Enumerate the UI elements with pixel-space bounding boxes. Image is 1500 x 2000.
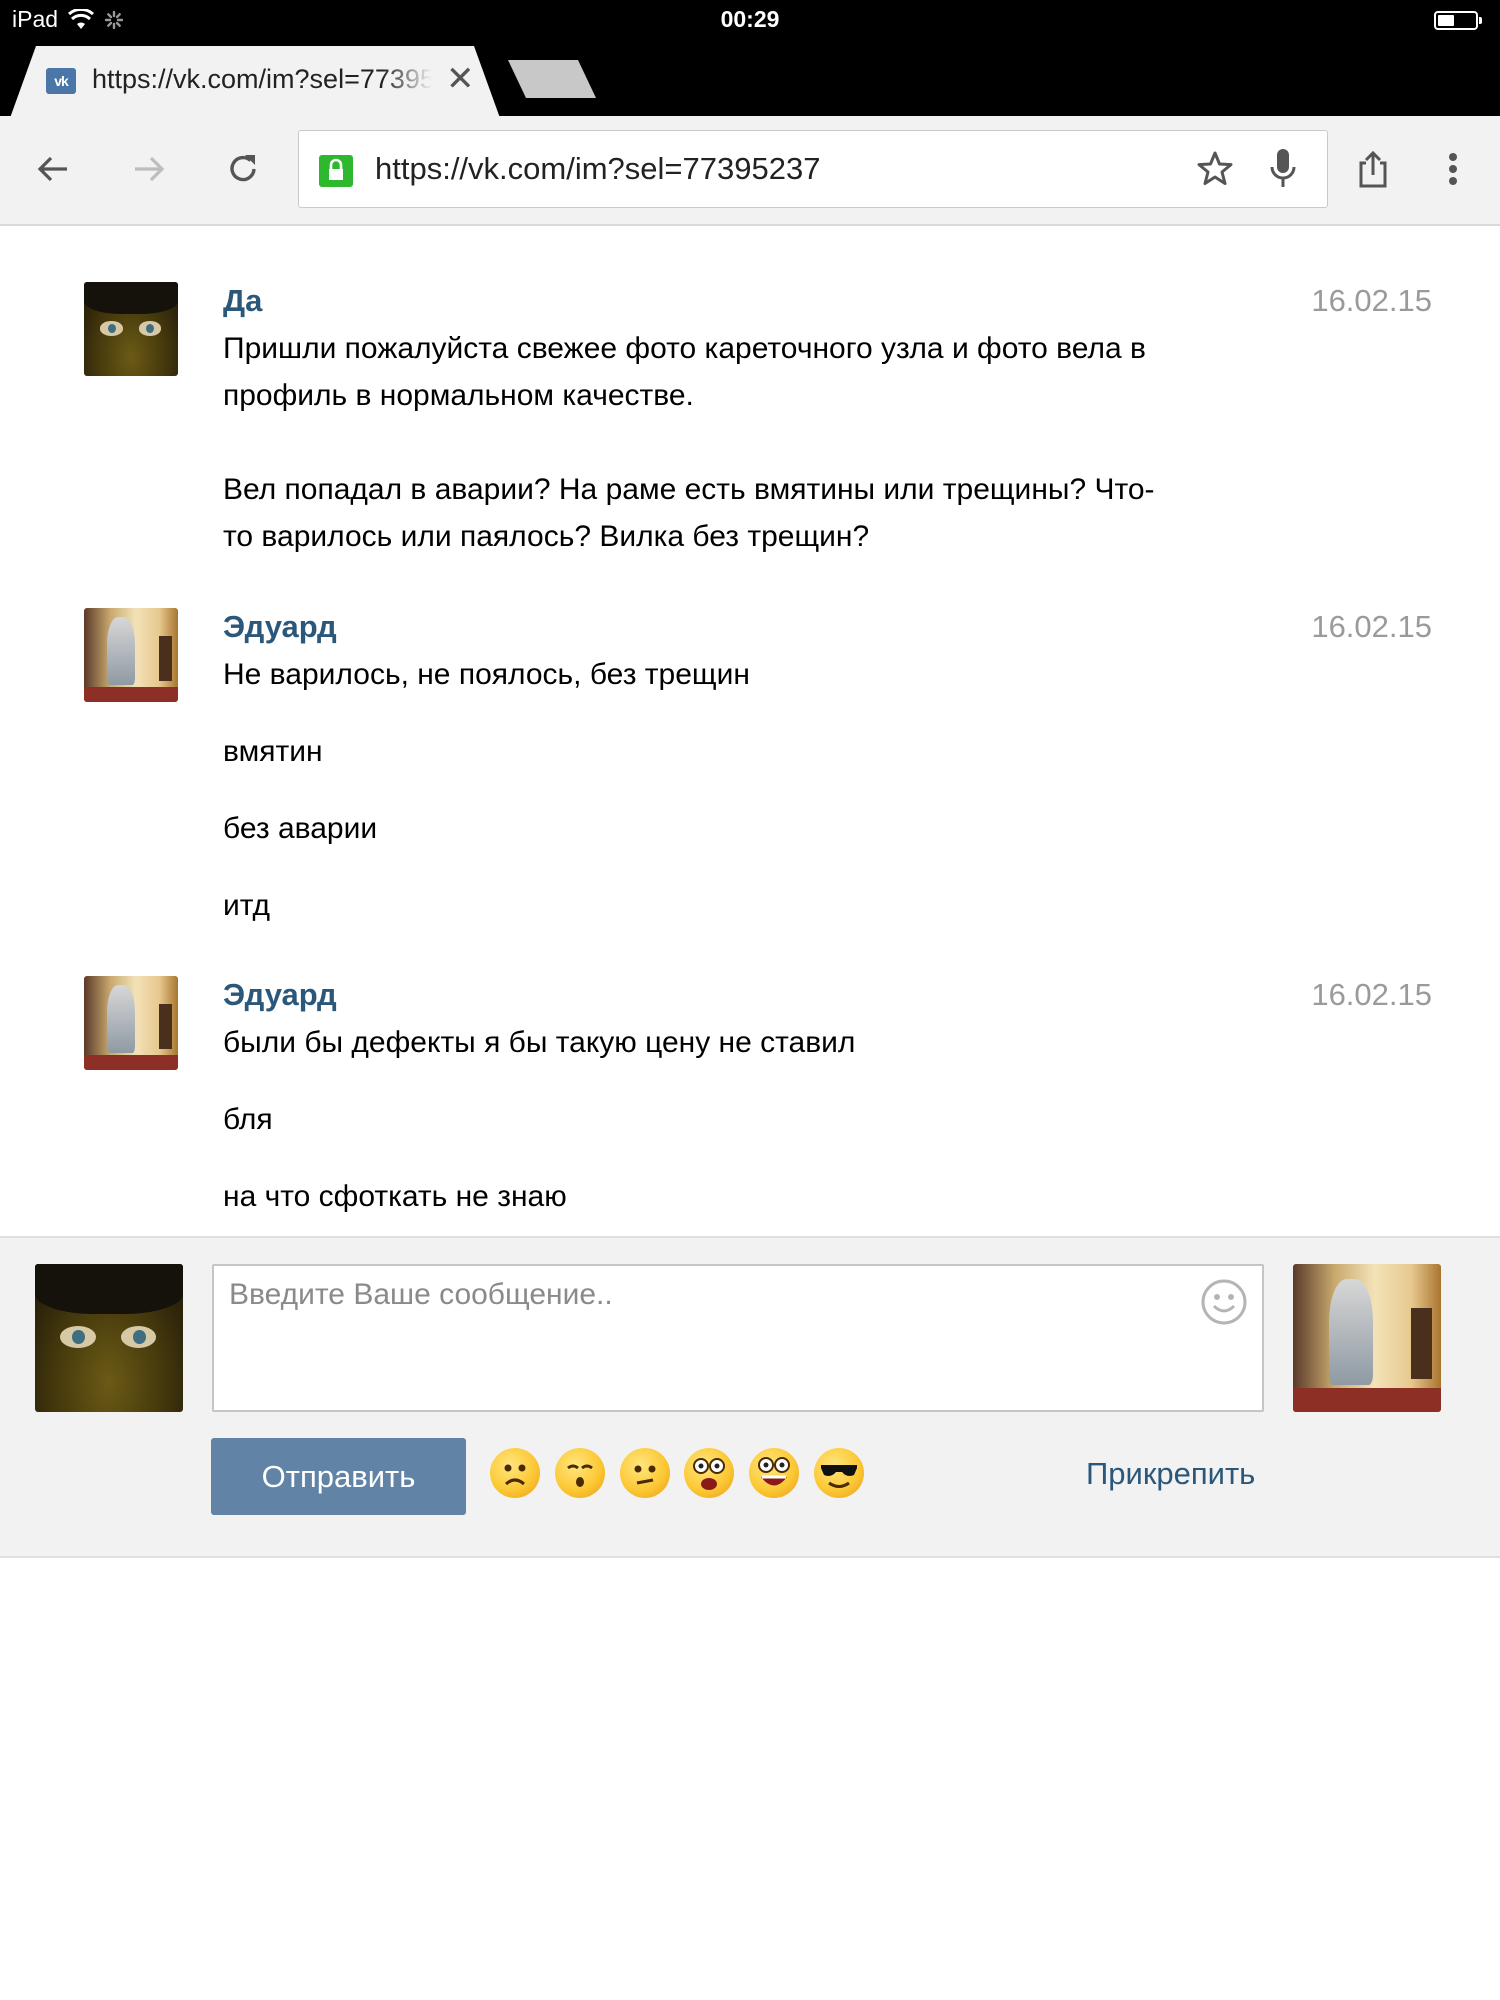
message-date: 16.02.15 <box>1311 977 1432 1012</box>
message-line: то варилось или паялось? Вилка без трещи… <box>223 520 870 553</box>
avatar[interactable] <box>84 976 178 1070</box>
forward-button[interactable] <box>124 144 174 194</box>
arrow-left-icon <box>37 156 67 182</box>
message-line: были бы дефекты я бы такую цену не стави… <box>223 1026 856 1059</box>
microphone-icon[interactable] <box>1267 147 1299 191</box>
reload-button[interactable] <box>218 144 268 194</box>
sender-name[interactable]: Эдуард <box>223 977 337 1013</box>
new-tab-button[interactable] <box>508 60 596 98</box>
attach-link[interactable]: Прикрепить <box>1086 1456 1255 1492</box>
url-text[interactable]: https://vk.com/im?sel=77395237 <box>375 151 820 187</box>
bookmark-star-icon[interactable] <box>1195 149 1235 189</box>
sunglasses-emoji-icon[interactable] <box>814 1448 864 1498</box>
message-input[interactable] <box>212 1264 1264 1412</box>
arrow-right-icon <box>135 156 165 182</box>
frowning-emoji-icon[interactable] <box>490 1448 540 1498</box>
message-line: итд <box>223 889 271 922</box>
tab-close-icon[interactable]: ✕ <box>446 60 475 98</box>
compose-area: Отправить Прикрепить <box>0 1236 1500 1558</box>
message-line: Пришли пожалуйста свежее фото кареточног… <box>223 332 1146 365</box>
share-button[interactable] <box>1348 144 1398 194</box>
fearful-emoji-icon[interactable] <box>684 1448 734 1498</box>
menu-button[interactable] <box>1428 144 1478 194</box>
sender-name[interactable]: Да <box>223 283 262 319</box>
message-line: на что сфоткать не знаю <box>223 1180 567 1213</box>
my-avatar[interactable] <box>35 1264 183 1412</box>
smiley-icon[interactable] <box>1200 1278 1248 1326</box>
browser-toolbar: https://vk.com/im?sel=77395237 <box>0 116 1500 226</box>
sender-name[interactable]: Эдуард <box>223 609 337 645</box>
message-line: Не варилось, не поялось, без трещин <box>223 658 750 691</box>
message-line: профиль в нормальном качестве. <box>223 379 694 412</box>
reload-icon <box>230 155 256 182</box>
companion-avatar[interactable] <box>1293 1264 1441 1412</box>
share-icon <box>1359 150 1387 188</box>
message-line: Вел попадал в аварии? На раме есть вмяти… <box>223 473 1155 506</box>
message-line: бля <box>223 1103 273 1136</box>
message-date: 16.02.15 <box>1311 283 1432 318</box>
more-vert-icon <box>1449 153 1457 185</box>
confused-emoji-icon[interactable] <box>620 1448 670 1498</box>
send-button[interactable]: Отправить <box>211 1438 466 1515</box>
back-button[interactable] <box>28 144 78 194</box>
browser-chrome-top: iPad 00:29 vk https://vk.com/im?sel=7739… <box>0 0 1500 118</box>
message-line: вмятин <box>223 735 323 768</box>
hushed-emoji-icon[interactable] <box>555 1448 605 1498</box>
avatar[interactable] <box>84 282 178 376</box>
avatar[interactable] <box>84 608 178 702</box>
grinning-emoji-icon[interactable] <box>749 1448 799 1498</box>
tab-title[interactable]: https://vk.com/im?sel=77395237 <box>92 64 432 98</box>
battery-icon <box>1434 11 1482 30</box>
address-bar[interactable]: https://vk.com/im?sel=77395237 <box>298 130 1328 208</box>
status-time: 00:29 <box>720 6 780 32</box>
vk-favicon-icon: vk <box>46 68 76 94</box>
lock-icon <box>319 155 353 187</box>
message-date: 16.02.15 <box>1311 609 1432 644</box>
message-line: без аварии <box>223 812 378 845</box>
